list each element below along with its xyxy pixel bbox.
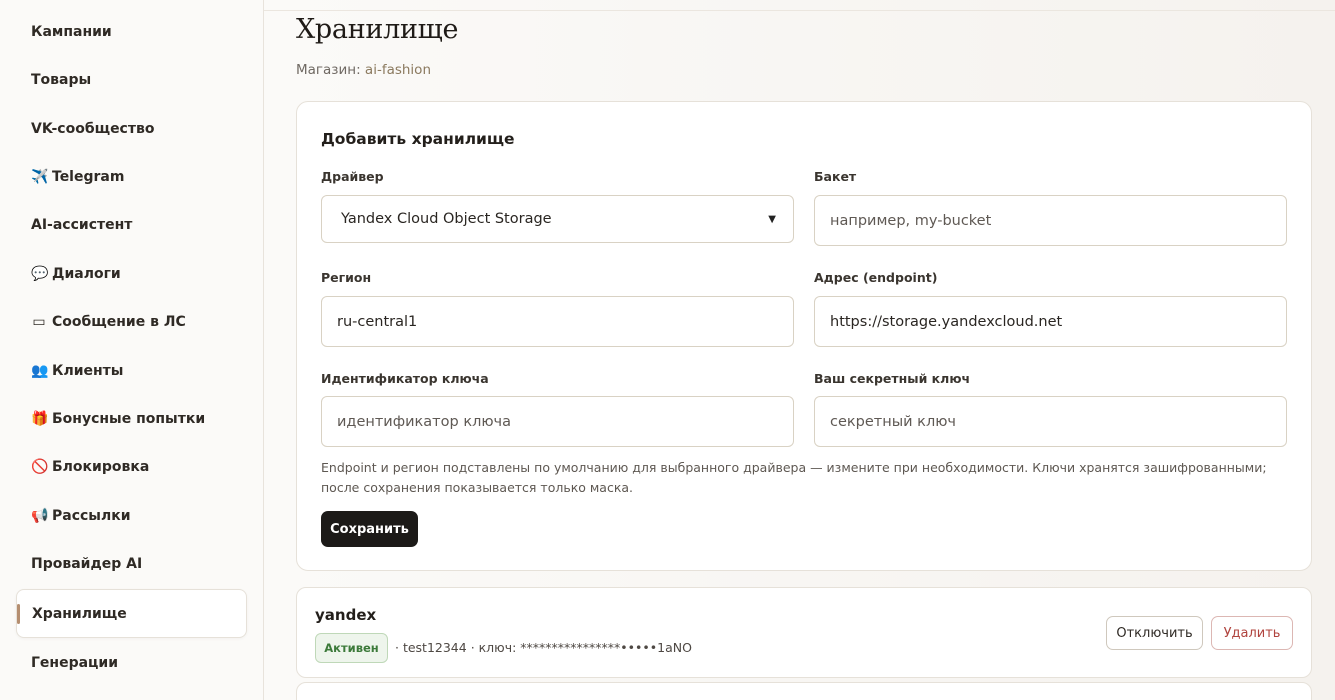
region-input[interactable]: ru-central1 [321, 296, 794, 347]
sidebar-item-label: Генерации [31, 655, 119, 671]
sidebar-item-campaigns[interactable]: Кампании [16, 8, 247, 56]
sidebar-item-label: AI-ассистент [31, 217, 133, 233]
sidebar-item-label: Клиенты [52, 363, 124, 379]
storage-item: yandex Активен · test12344 · ключ: *****… [296, 587, 1312, 678]
add-storage-card: Добавить хранилище Драйвер Yandex Cloud … [296, 101, 1312, 571]
users-icon: 👥 [31, 363, 49, 379]
sidebar-item-label: Хранилище [32, 605, 127, 622]
sidebar-item-label: Рассылки [52, 508, 131, 524]
key-id-label: Идентификатор ключа [321, 371, 489, 386]
sidebar-item-direct-message[interactable]: ▭ Сообщение в ЛС [16, 298, 247, 346]
bucket-input[interactable]: например, my-bucket [814, 195, 1287, 246]
speech-bubble-icon: 💬 [31, 266, 49, 282]
sidebar-item-bonus-attempts[interactable]: 🎁 Бонусные попытки [16, 395, 247, 443]
sidebar-item-label: Сообщение в ЛС [52, 314, 186, 330]
prohibited-icon: 🚫 [31, 459, 49, 475]
main-content: Хранилище Магазин: ai-fashion Добавить х… [264, 0, 1335, 700]
endpoint-label: Адрес (endpoint) [814, 270, 938, 285]
page-title: Хранилище [296, 14, 459, 45]
save-button[interactable]: Сохранить [321, 511, 418, 547]
megaphone-icon: 📢 [31, 508, 49, 524]
driver-select[interactable]: Yandex Cloud Object Storage ▼ [321, 195, 794, 243]
sidebar-item-blocking[interactable]: 🚫 Блокировка [16, 443, 247, 491]
sidebar-item-label: Товары [31, 72, 92, 88]
sidebar-item-label: Кампании [31, 24, 112, 40]
sidebar-item-generations[interactable]: Генерации [16, 639, 247, 687]
sidebar-item-ai-assistant[interactable]: AI-ассистент [16, 201, 247, 249]
storage-name: yandex [315, 606, 377, 624]
sidebar-item-mailings[interactable]: 📢 Рассылки [16, 492, 247, 540]
sidebar-item-storage[interactable]: Хранилище [16, 589, 247, 638]
sidebar-item-label: Telegram [52, 169, 125, 185]
gift-icon: 🎁 [31, 411, 49, 427]
storage-meta: · test12344 · ключ: ****************••••… [395, 640, 692, 655]
sidebar: Кампании Товары VK-сообщество ✈️ Telegram… [0, 0, 264, 700]
driver-value: Yandex Cloud Object Storage [341, 211, 552, 227]
endpoint-value: https://storage.yandexcloud.net [830, 313, 1063, 330]
sidebar-item-label: Бонусные попытки [52, 411, 206, 427]
sidebar-item-ai-provider[interactable]: Провайдер AI [16, 540, 247, 588]
store-info: Магазин: ai-fashion [296, 62, 431, 78]
driver-label: Драйвер [321, 169, 384, 184]
chevron-down-icon: ▼ [768, 213, 776, 225]
region-value: ru-central1 [337, 313, 418, 330]
region-label: Регион [321, 270, 372, 285]
bucket-placeholder: например, my-bucket [830, 212, 992, 229]
store-name: ai-fashion [364, 62, 431, 78]
bucket-label: Бакет [814, 169, 857, 184]
sidebar-item-dialogs[interactable]: 💬 Диалоги [16, 250, 247, 298]
endpoint-input[interactable]: https://storage.yandexcloud.net [814, 296, 1287, 347]
secret-key-placeholder: секретный ключ [830, 413, 956, 430]
disable-button[interactable]: Отключить [1106, 616, 1203, 650]
message-box-icon: ▭ [32, 314, 46, 330]
form-hint: Endpoint и регион подставлены по умолчан… [321, 460, 1267, 495]
sidebar-item-vk-community[interactable]: VK-сообщество [16, 105, 247, 153]
storage-item [296, 682, 1312, 700]
secret-key-input[interactable]: секретный ключ [814, 396, 1287, 447]
airplane-icon: ✈️ [31, 169, 49, 185]
header-divider [264, 10, 1335, 11]
sidebar-item-label: Провайдер AI [31, 556, 143, 572]
sidebar-item-label: VK-сообщество [31, 121, 155, 137]
key-id-placeholder: идентификатор ключа [337, 413, 511, 430]
sidebar-item-products[interactable]: Товары [16, 56, 247, 104]
delete-button[interactable]: Удалить [1211, 616, 1293, 650]
sidebar-item-label: Блокировка [52, 459, 150, 475]
key-id-input[interactable]: идентификатор ключа [321, 396, 794, 447]
sidebar-item-telegram[interactable]: ✈️ Telegram [16, 153, 247, 201]
sidebar-item-label: Диалоги [52, 266, 121, 282]
secret-key-label: Ваш секретный ключ [814, 371, 971, 386]
store-label: Магазин: [296, 62, 361, 78]
status-badge: Активен [315, 633, 388, 663]
sidebar-item-clients[interactable]: 👥 Клиенты [16, 347, 247, 395]
add-storage-title: Добавить хранилище [321, 130, 515, 148]
